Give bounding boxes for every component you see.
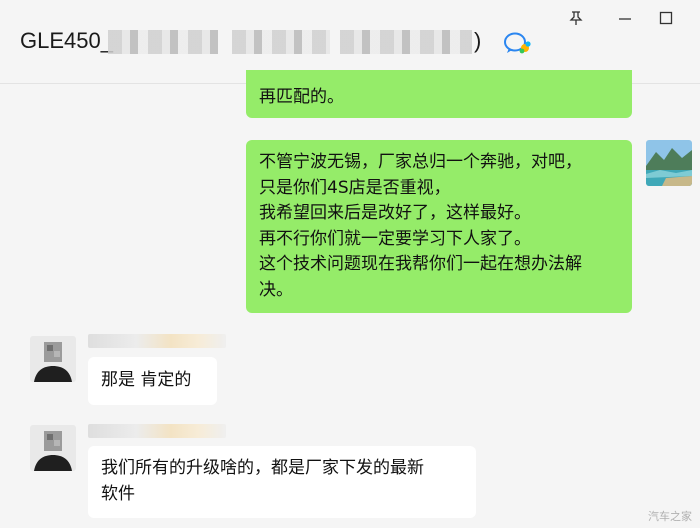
maximize-button[interactable] [652, 6, 680, 30]
contact-avatar[interactable] [30, 425, 76, 471]
self-avatar[interactable] [646, 140, 692, 186]
person-avatar-image [30, 425, 76, 471]
message-text: 我希望回来后是改好了，这样最好。 [259, 203, 531, 223]
minimize-icon [619, 18, 631, 20]
pin-button[interactable] [562, 6, 590, 30]
redacted-title-part [340, 30, 472, 54]
contact-avatar[interactable] [30, 336, 76, 382]
redacted-title-part [232, 30, 330, 54]
received-message-bubble[interactable]: 我们所有的升级啥的，都是厂家下发的最新 软件 [88, 446, 476, 518]
message-text: 我们所有的升级啥的，都是厂家下发的最新 [101, 458, 424, 478]
redacted-title-part [108, 30, 218, 54]
person-avatar-image [30, 336, 76, 382]
watermark-text: 汽车之家 [648, 511, 692, 523]
pin-icon [569, 11, 583, 25]
message-text: 再不行你们就一定要学习下人家了。 [259, 228, 531, 249]
received-message-bubble[interactable]: 那是 肯定的 [88, 357, 217, 405]
chat-title-suffix: ) [474, 28, 482, 53]
wecom-chat-icon [504, 32, 531, 54]
sent-message-bubble[interactable]: 不管宁波无锡，厂家总归一个奔驰，对吧， 只是你们4S店是否重视， 我希望回来后是… [246, 140, 632, 313]
message-text: 再匹配的。 [259, 87, 344, 107]
message-text: 软件 [101, 483, 135, 504]
sent-message-bubble[interactable]: 再匹配的。 [246, 70, 632, 118]
contact-name-redacted [88, 424, 226, 438]
chat-title: GLE450_ [20, 28, 113, 53]
message-text: 决。 [259, 279, 293, 300]
maximize-icon [659, 11, 673, 25]
message-text: 不管宁波无锡，厂家总归一个奔驰，对吧， [259, 152, 582, 172]
message-text: 这个技术问题现在我帮你们一起在想办法解 [259, 254, 582, 274]
message-text: 那是 肯定的 [101, 370, 192, 390]
contact-name-redacted [88, 334, 226, 348]
landscape-avatar-image [646, 140, 692, 186]
minimize-button[interactable] [611, 6, 639, 30]
message-text: 只是你们4S店是否重视， [259, 177, 451, 198]
